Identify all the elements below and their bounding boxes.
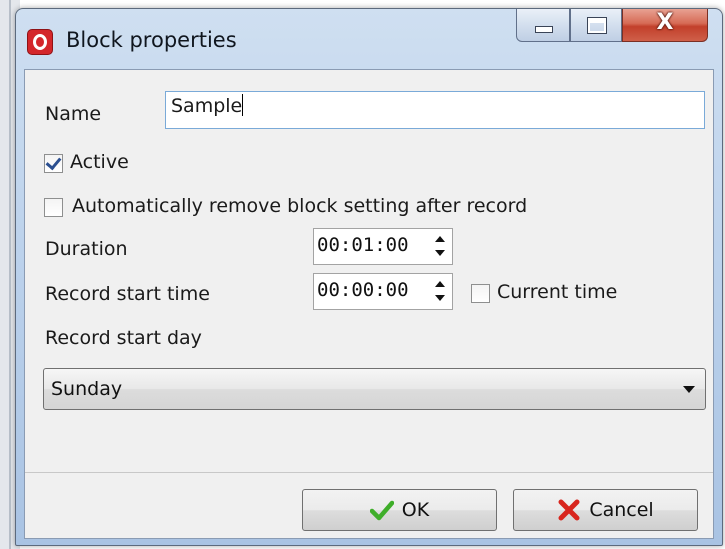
record-start-time-stepper[interactable]: [431, 277, 449, 306]
window-title: Block properties: [66, 28, 237, 52]
cancel-button[interactable]: Cancel: [513, 489, 698, 531]
text-caret: [242, 94, 244, 116]
ok-button[interactable]: OK: [302, 489, 497, 531]
record-start-time-value: 00:00:00: [317, 279, 409, 301]
active-label[interactable]: Active: [70, 151, 129, 173]
checkmark-icon: [369, 500, 394, 521]
spin-up-icon[interactable]: [435, 281, 445, 287]
record-start-time-label: Record start time: [45, 283, 210, 305]
current-time-label[interactable]: Current time: [497, 281, 617, 303]
record-start-time-spinbox[interactable]: 00:00:00: [313, 273, 453, 310]
duration-value: 00:01:00: [317, 234, 409, 256]
cancel-label: Cancel: [589, 499, 654, 521]
checkmark-icon: [45, 153, 62, 171]
title-bar[interactable]: Block properties X: [16, 9, 722, 69]
background-divider: [9, 0, 11, 549]
record-start-day-label: Record start day: [45, 327, 202, 349]
cross-icon: [558, 499, 580, 521]
button-bar: OK Cancel: [25, 472, 713, 538]
name-input[interactable]: Sample: [165, 91, 705, 129]
active-checkbox[interactable]: [44, 153, 63, 173]
name-input-value: Sample: [171, 95, 243, 117]
ok-label: OK: [401, 499, 430, 521]
record-start-day-value: Sunday: [51, 378, 123, 400]
maximize-button[interactable]: [570, 9, 622, 42]
duration-label: Duration: [45, 238, 128, 260]
minimize-button[interactable]: [516, 9, 570, 42]
chevron-down-icon[interactable]: [683, 386, 695, 393]
current-time-checkbox[interactable]: [471, 284, 490, 303]
spin-down-icon[interactable]: [435, 295, 445, 301]
auto-remove-label[interactable]: Automatically remove block setting after…: [72, 195, 527, 217]
auto-remove-checkbox[interactable]: [44, 198, 63, 217]
record-start-day-dropdown[interactable]: Sunday: [43, 368, 706, 410]
maximize-icon: [588, 18, 606, 33]
close-icon: X: [656, 10, 674, 35]
close-button[interactable]: X: [622, 9, 708, 42]
minimize-icon: [535, 26, 553, 33]
name-label: Name: [45, 103, 102, 125]
duration-spinbox[interactable]: 00:01:00: [313, 228, 453, 265]
block-properties-dialog: Block properties X Name Sample Active Au…: [15, 8, 723, 546]
dialog-body: Name Sample Active Automatically remove …: [24, 69, 714, 539]
duration-stepper[interactable]: [431, 232, 449, 261]
spin-up-icon[interactable]: [435, 236, 445, 242]
app-logo-icon: [27, 29, 53, 55]
spin-down-icon[interactable]: [435, 250, 445, 256]
